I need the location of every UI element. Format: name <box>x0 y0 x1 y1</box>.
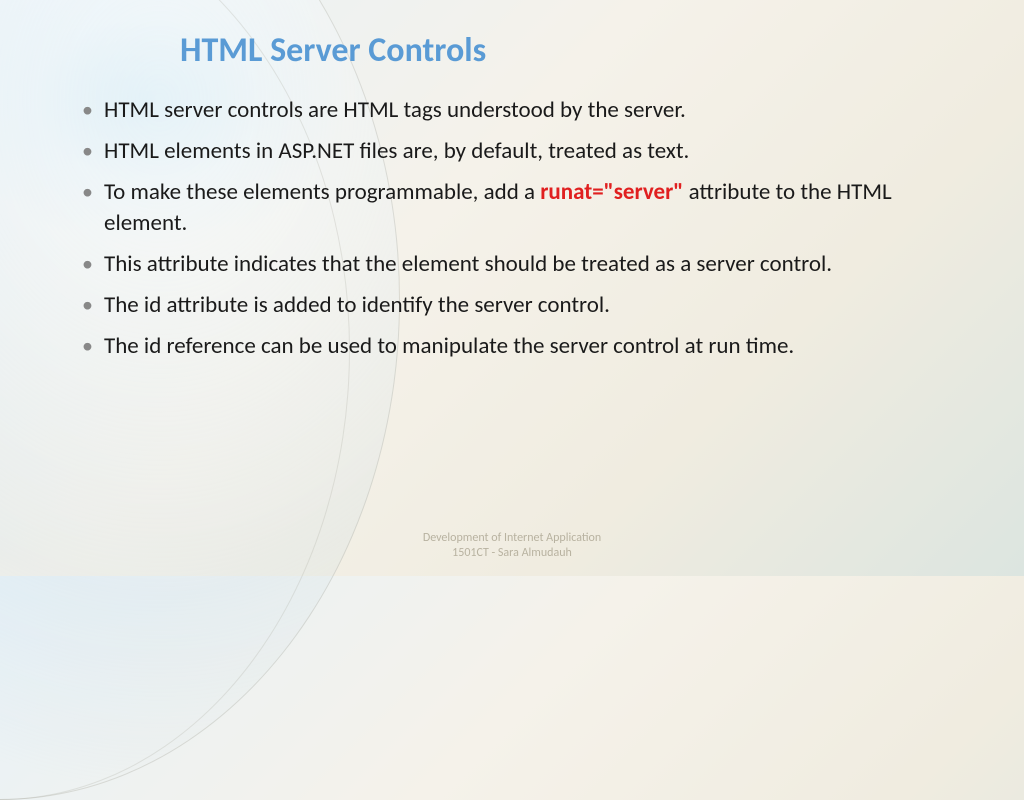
bullet-text-pre: HTML server controls are HTML tags under… <box>104 96 686 124</box>
bullet-text-hl: runat="server" <box>540 178 683 206</box>
list-item: HTML elements in ASP.NET files are, by d… <box>80 136 944 167</box>
list-item: The id reference can be used to manipula… <box>80 331 944 362</box>
slide-title: HTML Server Controls <box>180 30 944 71</box>
footer-line1: Development of Internet Application <box>0 531 1024 547</box>
bullet-text-pre: The id attribute is added to identify th… <box>104 291 610 319</box>
list-item: HTML server controls are HTML tags under… <box>80 95 944 126</box>
footer-line2: 1501CT - Sara Almudauh <box>0 546 1024 562</box>
bullet-list: HTML server controls are HTML tags under… <box>80 95 944 362</box>
slide-footer: Development of Internet Application 1501… <box>0 531 1024 562</box>
bullet-text-pre: To make these elements programmable, add… <box>104 178 540 206</box>
list-item: To make these elements programmable, add… <box>80 177 944 239</box>
bullet-text-pre: The id reference can be used to manipula… <box>104 332 794 360</box>
bullet-text-pre: This attribute indicates that the elemen… <box>104 250 832 278</box>
slide-content: HTML Server Controls HTML server control… <box>0 0 1024 362</box>
list-item: The id attribute is added to identify th… <box>80 290 944 321</box>
bullet-text-pre: HTML elements in ASP.NET files are, by d… <box>104 137 689 165</box>
list-item: This attribute indicates that the elemen… <box>80 249 944 280</box>
